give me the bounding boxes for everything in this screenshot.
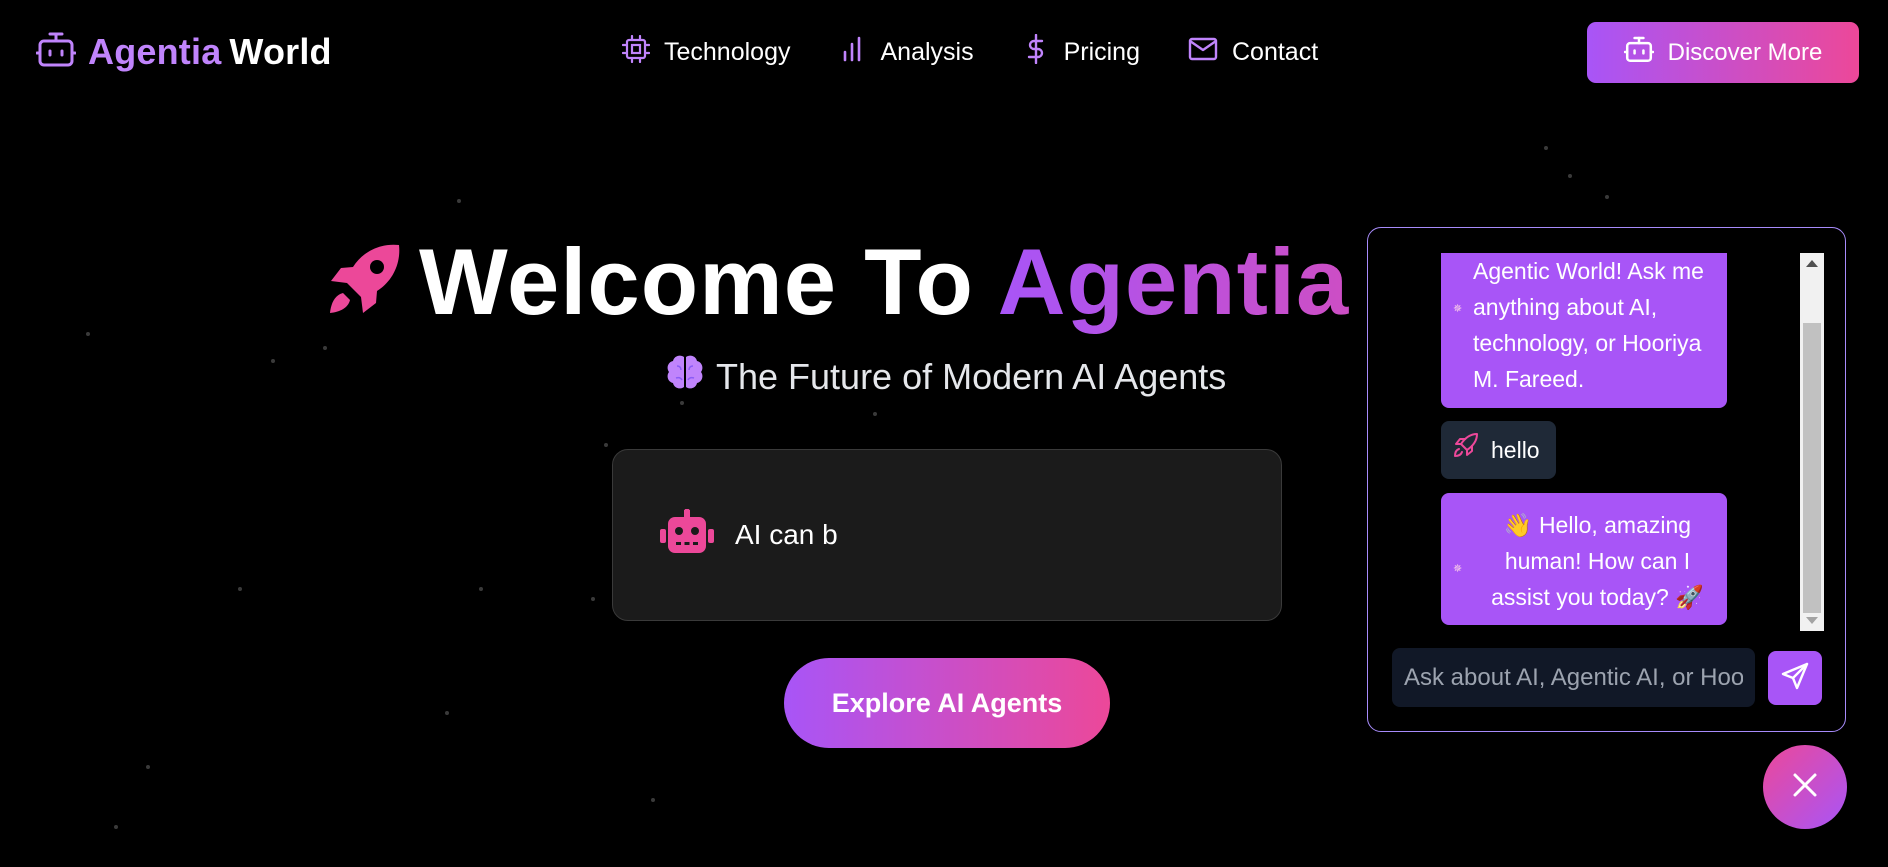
top-navbar: Agentia World Technology Analysis Pricin…: [0, 0, 1888, 105]
chat-message-text: hello: [1491, 437, 1540, 463]
nav-link-pricing[interactable]: Pricing: [1022, 33, 1140, 71]
sparkle-icon: ✵: [1453, 303, 1463, 315]
nav-link-label: Pricing: [1063, 38, 1140, 66]
robot-icon: [1623, 35, 1654, 70]
close-icon: [1791, 771, 1819, 804]
chat-message-bot: ✵ Agentic World! Ask me anything about A…: [1441, 253, 1727, 408]
nav-link-label: Analysis: [880, 38, 974, 66]
nav-link-technology[interactable]: Technology: [621, 34, 791, 71]
cpu-icon: [621, 34, 651, 70]
hero-subtitle-text: The Future of Modern AI Agents: [716, 355, 1227, 397]
chat-scrollbar[interactable]: [1800, 253, 1824, 631]
brand-logo[interactable]: Agentia World: [35, 30, 332, 73]
scroll-down-arrow[interactable]: [1806, 617, 1818, 624]
hero-heading-white: Welcome To: [419, 229, 974, 334]
scroll-up-arrow[interactable]: [1806, 260, 1818, 267]
brain-icon: [666, 354, 704, 399]
nav-links: Technology Analysis Pricing Contact: [621, 33, 1318, 71]
chat-window: ✵ Agentic World! Ask me anything about A…: [1367, 227, 1846, 732]
nav-link-analysis[interactable]: Analysis: [838, 34, 974, 71]
typing-text: AI can b: [735, 519, 838, 550]
chat-message-text: 👋 Hello, amazing human! How can I assist…: [1491, 512, 1704, 610]
robot-icon: [35, 30, 77, 73]
typing-card: AI can b: [612, 449, 1282, 621]
close-chat-button[interactable]: [1763, 745, 1847, 829]
mail-icon: [1188, 36, 1218, 69]
chat-message-user: hello: [1441, 421, 1556, 479]
brand-part-2: World: [229, 30, 332, 72]
chat-message-bot: ✵ 👋 Hello, amazing human! How can I assi…: [1441, 493, 1727, 625]
robot-face-icon: [659, 508, 715, 562]
discover-more-button[interactable]: Discover More: [1587, 22, 1859, 83]
discover-more-label: Discover More: [1667, 38, 1823, 66]
send-icon: [1780, 661, 1810, 696]
chat-messages[interactable]: ✵ Agentic World! Ask me anything about A…: [1404, 253, 1768, 628]
nav-link-contact[interactable]: Contact: [1188, 34, 1318, 71]
rocket-icon: [1453, 432, 1479, 468]
send-button[interactable]: [1768, 651, 1822, 705]
bar-chart-icon: [838, 35, 866, 70]
chat-message-text: Agentic World! Ask me anything about AI,…: [1473, 258, 1704, 392]
explore-ai-agents-button[interactable]: Explore AI Agents: [784, 658, 1110, 748]
hero-subtitle: The Future of Modern AI Agents: [666, 354, 1226, 399]
dollar-icon: [1022, 33, 1050, 71]
sparkle-icon: ✵: [1453, 563, 1463, 575]
chat-input[interactable]: [1392, 648, 1755, 707]
rocket-icon: [325, 241, 403, 324]
brand-part-1: Agentia: [88, 30, 222, 72]
nav-link-label: Contact: [1232, 38, 1319, 66]
nav-link-label: Technology: [664, 38, 791, 66]
brand-name: Agentia World: [88, 31, 332, 73]
scroll-thumb[interactable]: [1803, 323, 1821, 613]
